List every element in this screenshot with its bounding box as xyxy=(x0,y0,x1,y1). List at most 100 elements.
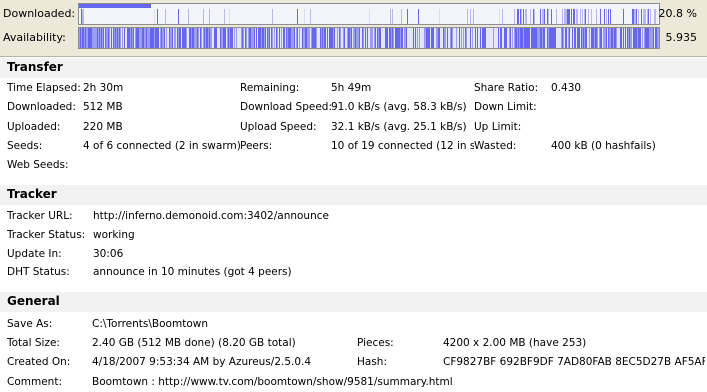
downloaded-piece xyxy=(310,9,311,24)
availability-piece xyxy=(424,28,425,48)
availability-piece xyxy=(80,28,81,48)
availability-piece xyxy=(649,28,650,48)
availability-piece xyxy=(294,28,295,48)
downloaded-progress-strip xyxy=(79,4,151,8)
availability-piece xyxy=(440,28,441,48)
availability-piece xyxy=(133,28,134,48)
availability-piece xyxy=(632,28,633,48)
downloaded-piece xyxy=(567,9,568,24)
availability-piece xyxy=(291,28,292,48)
downloaded-piece xyxy=(526,9,527,24)
availability-piece xyxy=(299,28,300,48)
availability-piece xyxy=(570,28,571,48)
availability-piece xyxy=(198,28,199,48)
downloaded-piece xyxy=(573,9,574,24)
availability-piece xyxy=(253,28,254,48)
down-limit-label: Down Limit: xyxy=(474,101,537,113)
availability-piece xyxy=(614,28,615,48)
availability-piece xyxy=(297,28,298,48)
availability-piece xyxy=(376,28,377,48)
availability-piece xyxy=(340,28,341,48)
availability-piece xyxy=(234,28,235,48)
availability-piece xyxy=(317,28,318,48)
availability-piece xyxy=(624,28,625,48)
availability-pieces-graphic xyxy=(79,28,659,48)
availability-piece xyxy=(144,28,145,48)
downloaded-piece xyxy=(82,9,83,24)
remaining-label: Remaining: xyxy=(240,82,300,94)
availability-piece xyxy=(136,28,137,48)
availability-piece xyxy=(395,28,396,48)
availability-piece xyxy=(541,28,542,48)
availability-piece xyxy=(504,28,505,48)
availability-piece xyxy=(107,28,108,48)
downloaded-piece xyxy=(580,9,581,24)
availability-piece xyxy=(115,28,116,48)
availability-piece xyxy=(368,28,369,48)
availability-piece xyxy=(525,28,526,48)
availability-piece xyxy=(254,28,255,48)
availability-piece xyxy=(389,28,390,48)
availability-piece xyxy=(439,28,440,48)
availability-piece xyxy=(183,28,184,48)
availability-piece xyxy=(242,28,243,48)
availability-piece xyxy=(646,28,647,48)
availability-piece xyxy=(601,28,602,48)
availability-piece xyxy=(454,28,455,48)
general-title: General xyxy=(7,294,60,308)
availability-piece xyxy=(128,28,129,48)
availability-value: 5.935 xyxy=(665,31,698,44)
availability-piece xyxy=(200,28,201,48)
availability-piece xyxy=(627,28,628,48)
availability-piece xyxy=(402,28,403,48)
availability-piece xyxy=(411,28,412,48)
availability-piece xyxy=(580,28,581,48)
availability-piece xyxy=(526,28,527,48)
availability-piece xyxy=(565,28,566,48)
availability-piece xyxy=(550,28,551,48)
availability-piece xyxy=(343,28,344,48)
availability-piece xyxy=(266,28,267,48)
availability-piece xyxy=(412,28,413,48)
tracker-url-label: Tracker URL: xyxy=(7,210,73,222)
availability-piece xyxy=(642,28,643,48)
availability-piece xyxy=(259,28,260,48)
availability-piece xyxy=(214,28,215,48)
availability-piece xyxy=(602,28,603,48)
availability-piece xyxy=(378,28,379,48)
availability-piece xyxy=(600,28,601,48)
availability-piece xyxy=(190,28,191,48)
availability-piece xyxy=(99,28,100,48)
availability-piece xyxy=(342,28,343,48)
availability-piece xyxy=(586,28,587,48)
availability-piece xyxy=(260,28,261,48)
availability-piece xyxy=(609,28,610,48)
availability-piece xyxy=(587,28,588,48)
availability-piece xyxy=(433,28,434,48)
uploaded-value: 220 MB xyxy=(83,121,123,133)
availability-piece xyxy=(573,28,574,48)
comment-value: Boomtown : http://www.tv.com/boomtown/sh… xyxy=(92,376,453,388)
availability-piece xyxy=(578,28,579,48)
availability-piece xyxy=(575,28,576,48)
availability-piece xyxy=(506,28,507,48)
availability-piece xyxy=(445,28,446,48)
availability-piece xyxy=(233,28,234,48)
availability-piece xyxy=(215,28,216,48)
availability-piece xyxy=(557,28,558,48)
availability-piece xyxy=(544,28,545,48)
availability-piece xyxy=(353,28,354,48)
availability-piece xyxy=(298,28,299,48)
availability-piece xyxy=(267,28,268,48)
availability-piece xyxy=(243,28,244,48)
availability-piece xyxy=(265,28,266,48)
downloaded-piece xyxy=(608,9,609,24)
availability-piece xyxy=(101,28,102,48)
hash-value: CF9827BF 692BF9DF 7AD80FAB 8EC5D27B AF5A… xyxy=(443,356,705,368)
availability-piece xyxy=(413,28,414,48)
availability-piece xyxy=(437,28,438,48)
availability-piece xyxy=(519,28,520,48)
availability-piece xyxy=(238,28,239,48)
availability-piece xyxy=(304,28,305,48)
availability-piece xyxy=(134,28,135,48)
